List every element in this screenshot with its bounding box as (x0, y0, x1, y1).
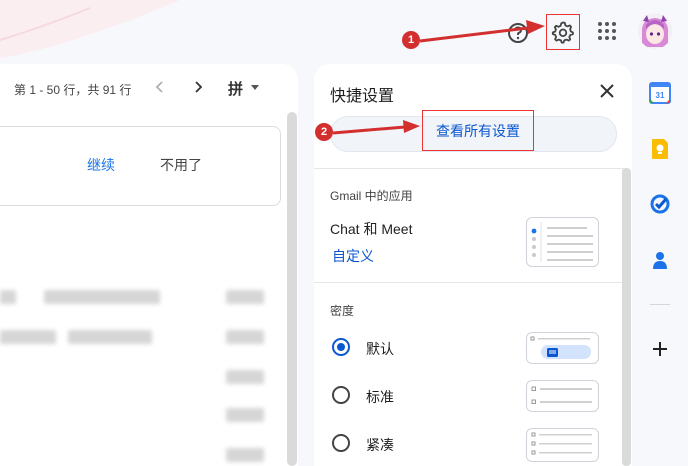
step-badge-1: 1 (402, 31, 420, 49)
tutorial-arrows (332, 20, 545, 135)
step-badge-2: 2 (315, 123, 333, 141)
